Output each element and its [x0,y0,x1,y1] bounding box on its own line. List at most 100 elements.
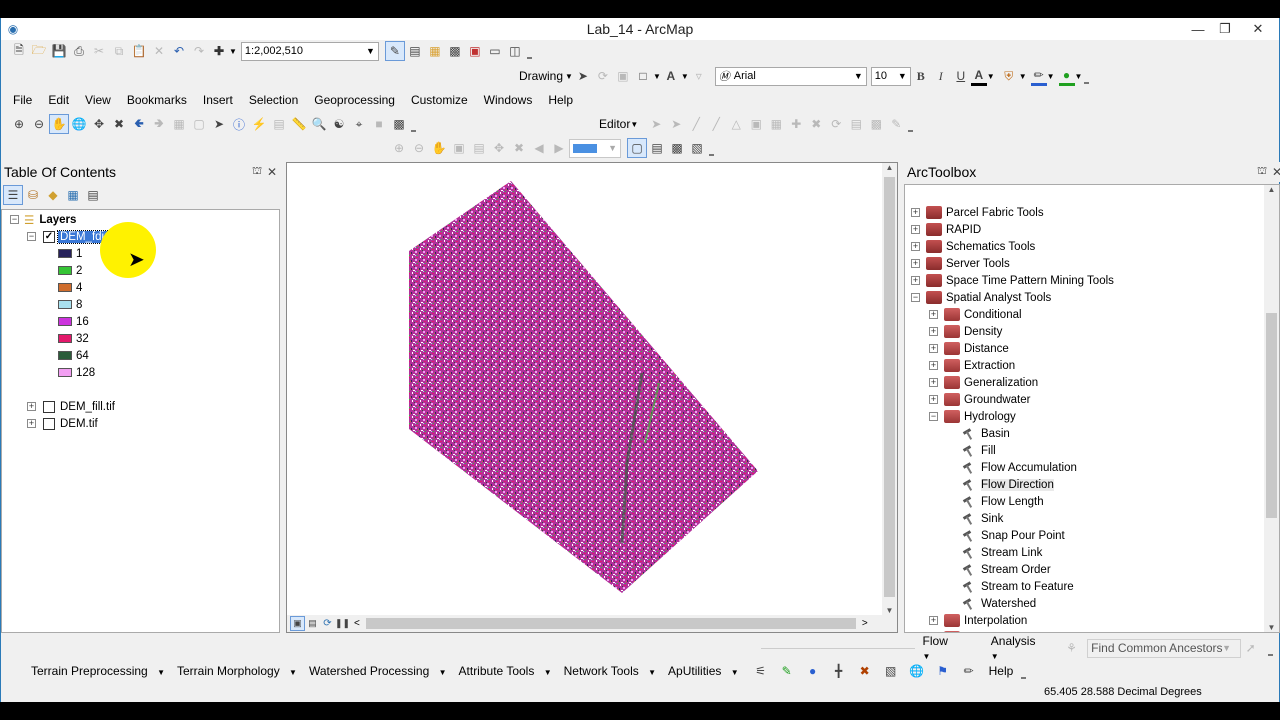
menu-edit[interactable]: Edit [38,91,75,109]
undo-icon[interactable]: ↶ [169,41,189,61]
menu-help[interactable]: Help [538,91,579,109]
edit-annotation-icon[interactable]: ➤ [666,114,686,134]
fixed-zoom-out-icon[interactable]: ✖ [109,114,129,134]
toc-layer-row[interactable]: + DEM_fill.tif [27,398,115,415]
fixed-zoom-in-icon[interactable]: ✥ [89,114,109,134]
toolset-item[interactable]: + Generalization [929,374,1038,391]
save-icon[interactable]: 💾 [49,41,69,61]
menu-selection[interactable]: Selection [239,91,304,109]
network-icon[interactable]: ▧ [881,661,901,681]
refresh-icon[interactable]: ⟳ [320,616,335,631]
pan-icon[interactable]: ✋ [49,114,69,134]
toolset-item[interactable]: + Interpolation [929,612,1027,629]
restore-button[interactable]: ❐ [1208,18,1242,40]
expand-icon[interactable]: + [911,276,920,285]
data-driven-pages-icon[interactable]: ▧ [687,138,707,158]
tool-item[interactable]: Flow Length [962,493,1044,510]
toolset-item[interactable]: + Conditional [929,306,1022,323]
zoom-to-elements-icon[interactable]: ▣ [613,66,633,86]
legend-item[interactable]: 1 [58,245,82,262]
copy-icon[interactable]: ⧉ [109,41,129,61]
map-horizontal-scrollbar[interactable] [365,618,856,629]
edit-vertices-tool-icon[interactable]: △ [726,114,746,134]
tool-item[interactable]: Flow Accumulation [962,459,1077,476]
analysis-menu[interactable]: Analysis ▼ [991,634,1056,662]
toolset-item[interactable]: + Extraction [929,357,1015,374]
time-slider-icon[interactable]: ■ [369,114,389,134]
tool-item[interactable]: Sink [962,510,1003,527]
font-size-dropdown[interactable]: 10 ▼ [870,66,911,86]
split-icon[interactable]: ✚ [786,114,806,134]
edit-vertices-icon[interactable]: ▿ [689,66,709,86]
toolset-item[interactable]: +Local [929,629,992,632]
flow-path-tracing-icon[interactable]: ⚟ [751,661,771,681]
forward-extent-icon[interactable]: 🢂 [149,114,169,134]
go-to-xy-icon[interactable]: ⌖ [349,114,369,134]
map-vertical-scrollbar[interactable]: ▲ ▼ [882,163,897,615]
pause-drawing-icon[interactable]: ❚❚ [335,616,350,631]
list-by-visibility-icon[interactable]: ◆ [43,185,63,205]
cut-polygons-icon[interactable]: ▦ [766,114,786,134]
expand-icon[interactable]: + [911,242,920,251]
web-service-icon[interactable]: 🌐 [907,661,927,681]
trace-task-dropdown[interactable]: Find Common Ancestors ▼ [1087,638,1241,658]
tool-item[interactable]: Stream Link [962,544,1042,561]
legend-item[interactable]: 32 [58,330,89,347]
toolset-item[interactable]: + Distance [929,340,1009,357]
toolset-item[interactable]: + Density [929,323,1002,340]
marker-color-icon[interactable]: ● [1058,66,1075,86]
map-view[interactable]: ▲ ▼ ▣ ▤ ⟳ ❚❚ < > [286,162,898,633]
expand-icon[interactable]: + [27,402,36,411]
new-document-icon[interactable]: 🗎 [9,41,29,61]
font-color-icon[interactable]: A [970,66,987,86]
focus-frame-icon[interactable]: ▤ [647,138,667,158]
zoom-out-icon[interactable]: ⊖ [29,114,49,134]
tool-item[interactable]: Stream to Feature [962,578,1074,595]
expand-icon[interactable]: + [911,208,920,217]
list-by-drawing-order-icon[interactable]: ☰ [3,185,23,205]
layout-zoom-out-icon[interactable]: ⊖ [409,138,429,158]
rotate-tool-icon[interactable]: ✖ [806,114,826,134]
tool-item[interactable]: Snap Pour Point [962,527,1065,544]
python-icon[interactable]: ▭ [485,41,505,61]
arctoolbox-scrollbar[interactable]: ▲ ▼ [1264,185,1279,632]
edit-pencil-icon[interactable]: ✏ [959,661,979,681]
toolbox-item[interactable]: + Parcel Fabric Tools [911,204,1044,221]
flag-icon[interactable]: ⚑ [933,661,953,681]
delete-icon[interactable]: ✕ [149,41,169,61]
expand-icon[interactable]: + [929,378,938,387]
attributes-icon[interactable]: ⟳ [826,114,846,134]
italic-button[interactable]: I [931,66,951,86]
arctoolbox-icon[interactable]: ▣ [465,41,485,61]
drawing-menu[interactable]: Drawing [519,69,563,83]
editor-toolbar-icon[interactable]: ✎ [384,41,405,61]
toggle-draft-icon[interactable]: ▢ [627,138,647,158]
help-menu-button[interactable]: Help [989,664,1014,678]
rotate-icon[interactable]: ⟳ [593,66,613,86]
select-features-icon[interactable]: ▦ [169,114,189,134]
collapse-icon[interactable]: − [911,293,920,302]
find-route-icon[interactable]: ☯ [329,114,349,134]
layout-pan-icon[interactable]: ✋ [429,138,449,158]
network-tools-menu[interactable]: Network Tools ▼ [564,664,662,678]
legend-swatch[interactable] [58,334,72,343]
fixed-zoom-out-layout-icon[interactable]: ✖ [509,138,529,158]
new-text-icon[interactable]: A [661,66,681,86]
tool-item[interactable]: Flow Direction [962,476,1054,493]
back-layout-icon[interactable]: ◀ [529,138,549,158]
toolset-item-hydrology[interactable]: − Hydrology [929,408,1016,425]
aputilities-menu[interactable]: ApUtilities ▼ [668,664,745,678]
layer-name[interactable]: DEM.tif [60,418,98,430]
collapse-icon[interactable]: − [27,232,36,241]
slope-tool-icon[interactable]: ╋ [829,661,849,681]
expand-icon[interactable]: + [929,344,938,353]
select-elements-icon[interactable]: ➤ [573,66,593,86]
menu-geoprocessing[interactable]: Geoprocessing [304,91,401,109]
editor-menu[interactable]: Editor [599,117,630,131]
terrain-morphology-menu[interactable]: Terrain Morphology ▼ [177,664,303,678]
layer-name[interactable]: DEM_fill.tif [60,401,115,413]
legend-swatch[interactable] [58,300,72,309]
legend-swatch[interactable] [58,317,72,326]
terrain-preprocessing-menu[interactable]: Terrain Preprocessing ▼ [31,664,171,678]
legend-swatch[interactable] [58,266,72,275]
